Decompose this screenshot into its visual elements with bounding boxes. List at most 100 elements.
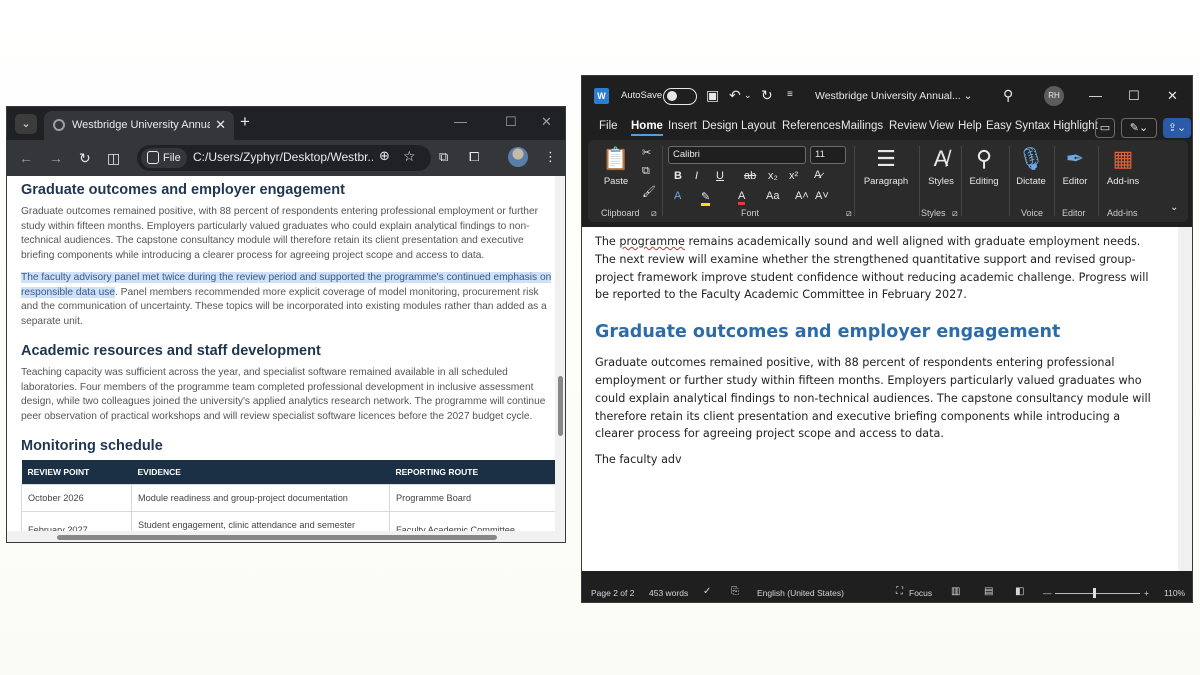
toggle-knob xyxy=(667,91,677,101)
close-window-button[interactable]: ✕ xyxy=(541,114,552,130)
forward-arrow-icon[interactable]: → xyxy=(49,150,63,166)
dictate-button[interactable]: 🎙 Dictate xyxy=(1011,146,1051,187)
document-page[interactable]: The programme remains academically sound… xyxy=(582,227,1178,571)
tab-layout[interactable]: Layout xyxy=(741,120,776,132)
undo-icon[interactable]: ↶ xyxy=(729,87,741,104)
browser-tab[interactable]: Westbridge University Annual P ✕ xyxy=(44,111,234,140)
tab-home[interactable]: Home xyxy=(631,120,663,136)
document-scrollbar[interactable] xyxy=(1178,227,1192,571)
split-view-icon[interactable]: ◫ xyxy=(107,150,120,167)
cut-icon[interactable]: ✂ xyxy=(642,146,651,159)
tab-search-button[interactable]: ⌄ xyxy=(15,114,37,134)
read-mode-icon[interactable]: ▥ xyxy=(951,586,960,597)
tab-review[interactable]: Review xyxy=(889,120,927,132)
editing-mode-button[interactable]: ✎⌄ xyxy=(1121,118,1157,138)
save-icon[interactable]: ▣ xyxy=(706,87,719,104)
tab-file[interactable]: File xyxy=(599,120,618,132)
focus-label[interactable]: Focus xyxy=(909,588,932,598)
zoom-icon[interactable]: ⊕ xyxy=(379,148,390,164)
tab-easy-syntax-highlight[interactable]: Easy Syntax Highlight xyxy=(986,120,1098,132)
address-bar[interactable]: File C:/Users/Zyphyr/Desktop/Westbr... ⊕… xyxy=(137,145,431,171)
autosave-toggle[interactable] xyxy=(663,88,697,105)
horizontal-scrollbar[interactable] xyxy=(7,531,565,542)
tab-help[interactable]: Help xyxy=(958,120,982,132)
reload-icon[interactable]: ↻ xyxy=(79,150,91,167)
screenshot-icon[interactable]: ⧉ xyxy=(439,149,448,165)
scrollbar-thumb[interactable] xyxy=(57,535,497,540)
undo-dropdown-icon[interactable]: ⌄ xyxy=(744,90,752,101)
proofing-icon[interactable]: ✓ xyxy=(703,586,711,597)
close-window-button[interactable]: ✕ xyxy=(1167,88,1178,104)
vertical-scrollbar[interactable] xyxy=(555,176,565,537)
extensions-icon[interactable]: ⧠ xyxy=(469,149,479,165)
shrink-font-icon[interactable]: A˅ xyxy=(815,190,829,202)
web-layout-icon[interactable]: ◧ xyxy=(1015,586,1024,597)
collapse-ribbon-icon[interactable]: ⌄ xyxy=(1170,202,1178,213)
comments-icon[interactable]: ▭ xyxy=(1095,118,1115,138)
strikethrough-button[interactable]: ab xyxy=(744,170,756,182)
styles-button[interactable]: A̸ Styles xyxy=(921,146,961,187)
page-count[interactable]: Page 2 of 2 xyxy=(591,588,634,598)
language-indicator[interactable]: English (United States) xyxy=(757,588,844,598)
grow-font-icon[interactable]: A˄ xyxy=(795,190,809,202)
highlight-color-icon[interactable]: ✎ xyxy=(701,190,711,206)
zoom-slider[interactable] xyxy=(1055,593,1140,594)
document-title[interactable]: Westbridge University Annual... ⌄ xyxy=(815,90,972,102)
word-count[interactable]: 453 words xyxy=(649,588,688,598)
dialog-launcher-icon[interactable]: ⧄ xyxy=(952,208,958,219)
new-tab-button[interactable]: + xyxy=(240,112,250,132)
tab-insert[interactable]: Insert xyxy=(668,120,697,132)
paste-button[interactable]: 📋 Paste xyxy=(598,146,634,187)
search-icon[interactable]: ⚲ xyxy=(1003,87,1013,104)
font-color-icon[interactable]: A xyxy=(738,190,746,205)
customize-qat-icon[interactable]: ≡ xyxy=(787,89,793,100)
copy-icon[interactable]: ⧉ xyxy=(642,165,650,178)
font-size-select[interactable]: 11 xyxy=(810,146,846,164)
document-paragraph-3: The faculty adv xyxy=(595,453,682,467)
zoom-in-button[interactable]: + xyxy=(1144,588,1149,598)
share-button[interactable]: ⇪⌄ xyxy=(1163,118,1191,138)
user-avatar[interactable]: RH xyxy=(1044,86,1064,106)
tab-references[interactable]: References xyxy=(782,120,841,132)
minimize-button[interactable]: — xyxy=(454,114,467,129)
redo-icon[interactable]: ↻ xyxy=(761,87,773,104)
globe-icon xyxy=(53,119,65,131)
tab-mailings[interactable]: Mailings xyxy=(841,120,883,132)
superscript-button[interactable]: x² xyxy=(789,170,798,182)
minimize-button[interactable]: — xyxy=(1089,88,1102,103)
tab-close-icon[interactable]: ✕ xyxy=(215,117,226,133)
addins-button[interactable]: ▦ Add-ins xyxy=(1101,146,1145,187)
dialog-launcher-icon[interactable]: ⧄ xyxy=(651,208,657,219)
dialog-launcher-icon[interactable]: ⧄ xyxy=(846,208,852,219)
format-painter-icon[interactable]: 🖌 xyxy=(642,185,656,198)
back-arrow-icon[interactable]: ← xyxy=(19,150,33,166)
paragraph-button[interactable]: ☰ Paragraph xyxy=(858,146,914,187)
menu-dots-icon[interactable]: ⋮ xyxy=(544,149,557,165)
font-name-select[interactable]: Calibri xyxy=(668,146,806,164)
clear-formatting-icon[interactable]: A̷ xyxy=(814,169,821,181)
text-effects-icon[interactable]: A xyxy=(674,190,681,202)
maximize-button[interactable]: ☐ xyxy=(1128,88,1140,104)
italic-button[interactable]: I xyxy=(695,170,698,182)
accessibility-icon[interactable]: ⎘ xyxy=(731,586,739,597)
group-separator xyxy=(854,146,855,216)
profile-avatar[interactable] xyxy=(508,147,528,167)
spelling-flag-word[interactable]: programme xyxy=(619,235,685,248)
focus-icon[interactable]: ⛶ xyxy=(896,586,903,597)
editor-button[interactable]: ✒ Editor xyxy=(1056,146,1094,187)
scrollbar-thumb[interactable] xyxy=(558,376,563,436)
zoom-slider-thumb[interactable] xyxy=(1093,588,1096,598)
maximize-button[interactable]: ☐ xyxy=(505,114,517,130)
bold-button[interactable]: B xyxy=(674,170,682,182)
subscript-button[interactable]: x₂ xyxy=(768,170,778,182)
bookmark-star-icon[interactable]: ☆ xyxy=(403,148,416,165)
zoom-out-button[interactable]: — xyxy=(1043,588,1052,598)
tab-design[interactable]: Design xyxy=(702,120,738,132)
file-chip[interactable]: File xyxy=(141,148,187,168)
change-case-icon[interactable]: Aa xyxy=(766,190,779,202)
editing-button[interactable]: ⚲ Editing xyxy=(963,146,1005,187)
zoom-level[interactable]: 110% xyxy=(1164,588,1185,598)
underline-button[interactable]: U xyxy=(716,170,724,182)
tab-view[interactable]: View xyxy=(929,120,954,132)
print-layout-icon[interactable]: ▤ xyxy=(984,586,993,597)
